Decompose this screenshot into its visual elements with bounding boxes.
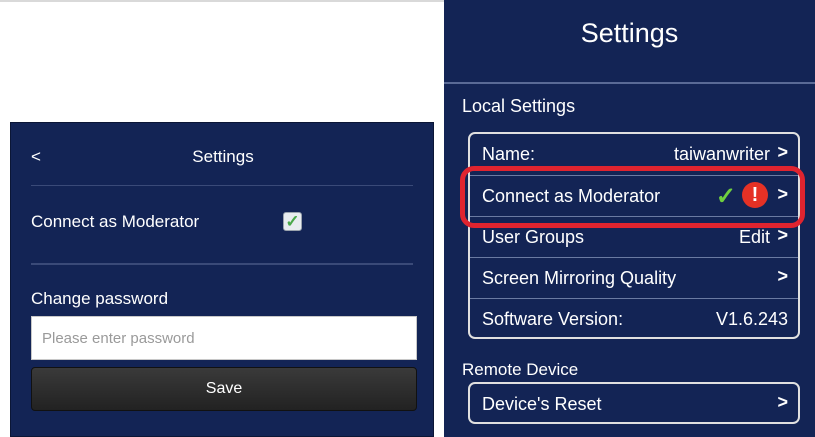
page-title: Settings bbox=[580, 18, 679, 48]
settings-row-software-version: Software Version: V1.6.243 bbox=[470, 298, 798, 338]
change-password-label: Change password bbox=[31, 289, 169, 308]
checkmark-icon: ✓ bbox=[285, 212, 300, 231]
divider bbox=[31, 263, 413, 265]
moderator-label: Connect as Moderator bbox=[31, 212, 200, 231]
settings-panel-right: Settings Local Settings Name: taiwanwrit… bbox=[444, 0, 815, 437]
row-label: User Groups bbox=[482, 227, 585, 247]
page-title: Settings bbox=[192, 147, 254, 166]
remote-device-heading: Remote Device bbox=[462, 360, 579, 379]
chevron-right-icon: > bbox=[777, 142, 788, 162]
chevron-right-icon: > bbox=[777, 225, 788, 245]
moderator-checkbox[interactable]: ✓ bbox=[283, 212, 302, 231]
save-button[interactable]: Save bbox=[31, 367, 417, 411]
settings-row-mirroring-quality[interactable]: Screen Mirroring Quality > bbox=[470, 257, 798, 297]
header-divider bbox=[444, 82, 815, 84]
row-label: Screen Mirroring Quality bbox=[482, 268, 677, 288]
row-label: Device's Reset bbox=[482, 394, 602, 414]
local-settings-group: Name: taiwanwriter > Connect as Moderato… bbox=[468, 132, 800, 339]
row-label: Name: bbox=[482, 144, 536, 164]
chevron-right-icon: > bbox=[777, 392, 788, 412]
row-value: taiwanwriter bbox=[673, 144, 770, 164]
local-settings-heading: Local Settings bbox=[462, 96, 576, 116]
highlight-annotation bbox=[460, 166, 805, 228]
divider bbox=[31, 185, 413, 186]
chevron-right-icon: > bbox=[777, 266, 788, 286]
device-reset-button[interactable]: Device's Reset > bbox=[468, 382, 800, 424]
version-value: V1.6.243 bbox=[715, 309, 788, 329]
password-input[interactable] bbox=[31, 316, 417, 360]
row-label: Software Version: bbox=[482, 309, 624, 329]
edit-link[interactable]: Edit bbox=[739, 227, 770, 248]
settings-panel-left: < Settings Connect as Moderator ✓ Change… bbox=[10, 122, 434, 437]
